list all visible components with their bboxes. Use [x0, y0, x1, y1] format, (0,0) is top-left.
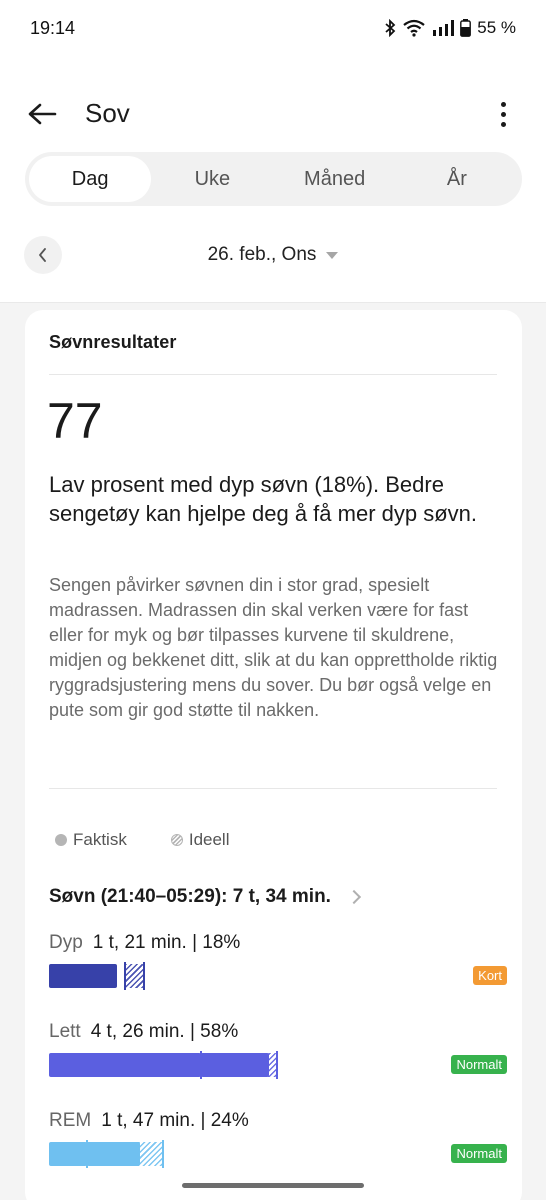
sleep-score: 77	[47, 393, 103, 449]
battery-percent: 55 %	[477, 18, 516, 37]
tab-month[interactable]: Måned	[274, 156, 396, 202]
status-bar: 19:14 55 %	[0, 0, 546, 60]
actual-bar-in-range	[201, 1053, 270, 1077]
ideal-min-marker	[200, 1051, 202, 1079]
sleep-result-card: Søvnresultater 77 Lav prosent med dyp sø…	[25, 310, 522, 1200]
stage-status-badge: Kort	[473, 966, 507, 985]
stage-status-badge: Normalt	[451, 1144, 507, 1163]
date-selector[interactable]: 26. feb., Ons	[0, 244, 546, 266]
more-options-button[interactable]	[488, 96, 518, 132]
stage-rem: REM 1 t, 47 min. | 24% Normalt	[49, 1110, 507, 1168]
home-indicator[interactable]	[182, 1183, 364, 1188]
tab-week[interactable]: Uke	[151, 156, 273, 202]
battery-icon	[460, 19, 472, 37]
divider	[49, 788, 497, 789]
status-time: 19:14	[30, 18, 76, 38]
ideal-min-marker	[86, 1140, 88, 1168]
status-icons: 55 %	[384, 18, 516, 38]
stage-status-badge: Normalt	[451, 1055, 507, 1074]
actual-dot-icon	[55, 834, 67, 846]
legend-actual-label: Faktisk	[73, 830, 127, 849]
more-dot-icon	[500, 111, 506, 117]
actual-bar	[49, 1053, 201, 1077]
actual-bar	[49, 964, 118, 988]
stage-name: REM	[49, 1110, 92, 1131]
back-button[interactable]	[22, 96, 62, 132]
bluetooth-icon	[384, 19, 396, 37]
ideal-max-marker	[162, 1140, 164, 1168]
actual-bar-in-range	[87, 1142, 141, 1166]
stage-bar	[49, 1140, 505, 1168]
tab-day[interactable]: Dag	[29, 156, 152, 202]
stage-bar	[49, 1051, 505, 1079]
stage-deep: Dyp 1 t, 21 min. | 18% Kort	[49, 932, 507, 990]
sleep-summary-row[interactable]: Søvn (21:40–05:29): 7 t, 34 min.	[49, 886, 362, 908]
card-title: Søvnresultater	[49, 332, 177, 352]
ideal-max-marker	[276, 1051, 278, 1079]
legend-ideal: Ideell	[170, 830, 230, 850]
score-headline: Lav prosent med dyp søvn (18%). Bedre se…	[49, 472, 478, 526]
stage-detail: 4 t, 26 min. | 58%	[90, 1021, 239, 1042]
stage-name: Lett	[49, 1021, 81, 1042]
divider	[49, 374, 497, 375]
date-text: 26. feb., Ons	[207, 244, 317, 265]
period-tabs: Dag Uke Måned År	[25, 152, 522, 206]
legend-actual: Faktisk	[55, 830, 127, 850]
stage-label: Lett 4 t, 26 min. | 58%	[49, 1021, 505, 1043]
score-description: Sengen påvirker søvnen din i stor grad, …	[49, 575, 498, 720]
date-navigator: 26. feb., Ons	[0, 230, 546, 280]
stage-light: Lett 4 t, 26 min. | 58% Normalt	[49, 1021, 507, 1079]
legend: Faktisk Ideell	[55, 830, 273, 850]
wifi-icon	[402, 19, 426, 37]
stage-detail: 1 t, 21 min. | 18%	[92, 932, 241, 953]
app-bar: Sov	[0, 86, 546, 142]
chevron-right-icon	[346, 889, 362, 905]
stage-label: REM 1 t, 47 min. | 24%	[49, 1110, 505, 1132]
actual-bar	[49, 1142, 87, 1166]
stage-name: Dyp	[49, 932, 83, 953]
stage-label: Dyp 1 t, 21 min. | 18%	[49, 932, 505, 954]
more-dot-icon	[500, 121, 506, 127]
more-dot-icon	[500, 101, 506, 107]
signal-icon	[432, 20, 455, 36]
dropdown-arrow-icon	[326, 251, 339, 259]
tab-year[interactable]: År	[396, 156, 518, 202]
sleep-summary-text: Søvn (21:40–05:29): 7 t, 34 min.	[49, 886, 331, 907]
ideal-min-marker	[124, 962, 126, 990]
arrow-left-icon	[28, 103, 57, 125]
stage-bar	[49, 962, 505, 990]
page-title: Sov	[85, 98, 130, 128]
legend-ideal-label: Ideell	[188, 830, 230, 849]
ideal-range-bar	[125, 964, 144, 988]
stage-detail: 1 t, 47 min. | 24%	[101, 1110, 249, 1131]
ideal-hatch-icon	[170, 834, 183, 846]
ideal-max-marker	[143, 962, 145, 990]
